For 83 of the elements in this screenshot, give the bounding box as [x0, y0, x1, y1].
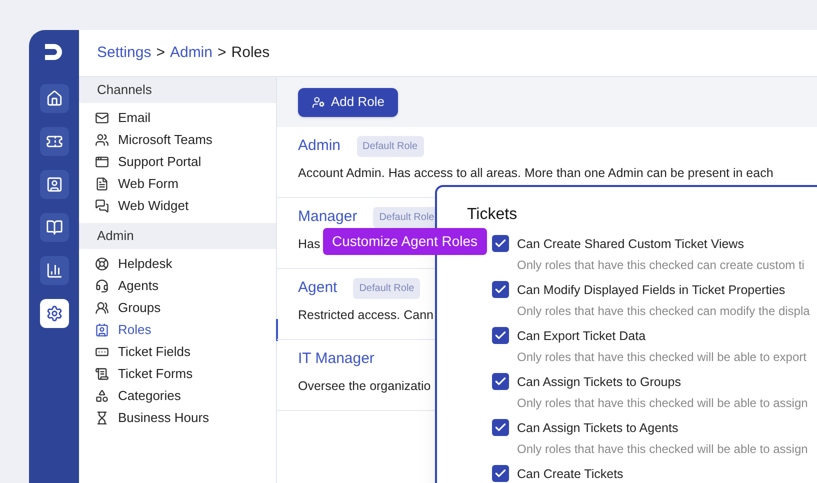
- nav-item[interactable]: Web Widget: [79, 195, 276, 217]
- check-icon: [494, 283, 507, 296]
- permission-label: Can Create Shared Custom Ticket Views: [517, 236, 745, 253]
- headset-icon: [95, 279, 109, 293]
- nav-item[interactable]: Web Form: [79, 173, 276, 195]
- id-card-icon: [95, 323, 109, 337]
- user-gear-icon: [312, 96, 325, 108]
- nav-item[interactable]: Ticket Forms: [79, 363, 276, 385]
- permission-label: Can Modify Displayed Fields in Ticket Properties: [517, 282, 786, 299]
- breadcrumb-link[interactable]: Settings: [97, 42, 152, 64]
- nav-section-heading: Channels: [79, 77, 276, 103]
- window-icon: [95, 155, 109, 169]
- permission-label: Can Assign Tickets to Agents: [517, 420, 680, 437]
- role-name[interactable]: Manager: [298, 206, 358, 228]
- nav-item[interactable]: Groups: [79, 297, 276, 319]
- role-description: Has: [298, 236, 320, 252]
- checkbox[interactable]: [492, 373, 509, 390]
- callout-tooltip: Customize Agent Roles: [323, 228, 487, 255]
- selection-indicator: [276, 319, 278, 341]
- role-description: Account Admin. Has access to all areas. More than one Admin can be present in each: [298, 164, 774, 182]
- list-document-icon: [95, 367, 109, 381]
- check-icon: [494, 421, 507, 434]
- home-icon: [46, 90, 62, 107]
- permission-label: Can Export Ticket Data: [517, 328, 647, 345]
- permission-description: Only roles that have this checked can create custom ti: [517, 256, 804, 274]
- people-icon: [95, 133, 109, 147]
- default-role-badge: Default Role: [353, 278, 420, 299]
- nav-item[interactable]: Business Hours: [79, 407, 276, 429]
- breadcrumb-current: Roles: [231, 42, 270, 63]
- rail-button[interactable]: [40, 84, 68, 113]
- checkbox[interactable]: [492, 419, 509, 436]
- check-icon: [494, 329, 507, 342]
- nav-item[interactable]: Ticket Fields: [79, 341, 276, 363]
- add-role-button[interactable]: Add Role: [298, 88, 398, 116]
- nav-section-heading: Admin: [79, 223, 276, 249]
- check-icon: [494, 375, 507, 388]
- checkbox[interactable]: [492, 235, 509, 252]
- chart-icon: [46, 262, 62, 279]
- checkbox[interactable]: [492, 465, 509, 482]
- role-name[interactable]: IT Manager: [298, 348, 374, 370]
- breadcrumb-separator: >: [156, 42, 165, 63]
- nav-item[interactable]: Support Portal: [79, 151, 276, 173]
- nav-item[interactable]: Microsoft Teams: [79, 129, 276, 151]
- permission-description: Only roles that have this checked can modify the displa: [517, 302, 810, 320]
- check-icon: [494, 467, 507, 480]
- chat-icon: [95, 199, 109, 213]
- rail-button[interactable]: [40, 299, 68, 328]
- role-name[interactable]: Admin: [298, 135, 341, 158]
- rail-button[interactable]: [40, 256, 68, 285]
- nav-item[interactable]: Roles: [79, 319, 276, 341]
- role-name[interactable]: Agent: [298, 277, 338, 300]
- nav-item[interactable]: Categories: [79, 385, 276, 407]
- envelope-icon: [95, 111, 109, 125]
- hourglass-icon: [95, 411, 109, 425]
- role-description: Oversee the organizatio: [298, 378, 431, 395]
- breadcrumb-link[interactable]: Admin: [170, 42, 212, 64]
- rail-button[interactable]: [40, 213, 68, 242]
- ticket-icon: [46, 133, 62, 150]
- nav-item[interactable]: Agents: [79, 275, 276, 297]
- check-icon: [494, 237, 507, 250]
- rail-button[interactable]: [40, 170, 68, 199]
- breadcrumb-separator: >: [218, 42, 226, 63]
- nav-item[interactable]: Helpdesk: [79, 253, 276, 275]
- rail-button[interactable]: [40, 127, 68, 156]
- shapes-icon: [95, 389, 109, 403]
- permission-description: Only roles that have this checked will be able to assign: [517, 394, 808, 412]
- people-icon: [95, 301, 109, 315]
- permission-label: Can Create Tickets: [517, 466, 624, 483]
- settings-icon: [46, 305, 62, 322]
- field-icon: [95, 345, 109, 359]
- lifebuoy-icon: [95, 257, 109, 271]
- default-role-badge: Default Role: [356, 136, 424, 157]
- checkbox[interactable]: [492, 327, 509, 344]
- permission-label: Can Assign Tickets to Groups: [517, 374, 682, 391]
- nav-item[interactable]: Email: [79, 107, 276, 129]
- panel-title: Tickets: [467, 205, 518, 225]
- book-icon: [46, 219, 62, 236]
- role-description: Restricted access. Cann: [298, 306, 434, 324]
- checkbox[interactable]: [492, 281, 509, 298]
- permission-description: Only roles that have this checked will be able to assign: [517, 440, 808, 458]
- document-icon: [95, 177, 109, 191]
- contact-icon: [46, 176, 62, 193]
- permission-description: Only roles that have this checked will be able to export: [517, 348, 806, 366]
